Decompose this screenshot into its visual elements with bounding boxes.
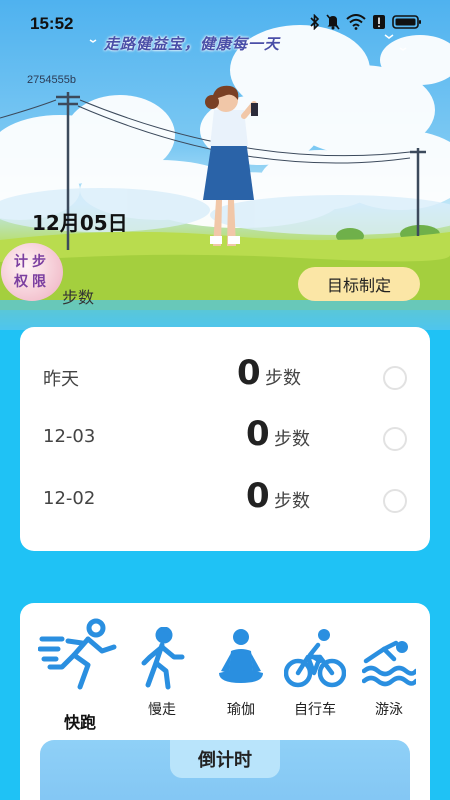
- bluetooth-icon: [310, 14, 320, 30]
- exercise-yoga[interactable]: 瑜伽: [212, 627, 270, 719]
- history-step-count: 0: [246, 476, 270, 516]
- exercise-swimming[interactable]: 游泳: [356, 627, 422, 719]
- exercise-run[interactable]: 快跑: [37, 617, 122, 733]
- history-select-radio[interactable]: [383, 427, 407, 451]
- exercise-cycling[interactable]: 自行车: [282, 627, 348, 719]
- exercise-card: 快跑 慢走 瑜伽 自行车 游泳 倒计时: [20, 603, 430, 800]
- history-select-radio[interactable]: [383, 489, 407, 513]
- history-step-count: 0: [246, 414, 270, 454]
- history-step-unit: 步数: [274, 429, 310, 450]
- history-row[interactable]: 昨天 0 步数: [20, 347, 430, 407]
- history-step-unit: 步数: [274, 491, 310, 512]
- countdown-title: 倒计时: [170, 740, 280, 778]
- hero-banner: 15:52 走路健益宝，健康每一天 2754555b 12月05日 计步 权限 …: [0, 0, 450, 330]
- permission-label-line1: 计步: [14, 254, 50, 270]
- status-icons: [310, 14, 422, 30]
- permission-label-line2: 权限: [14, 274, 50, 290]
- running-icon: [37, 617, 122, 705]
- today-steps-unit: 步数: [62, 288, 95, 307]
- history-step-unit: 步数: [265, 368, 301, 389]
- exercise-label: 瑜伽: [227, 702, 255, 718]
- history-date: 12-02: [43, 488, 96, 509]
- history-date: 12-03: [43, 426, 96, 447]
- history-row[interactable]: 12-03 0 步数: [20, 408, 430, 468]
- history-step-count: 0: [237, 353, 261, 393]
- exercise-label: 慢走: [148, 702, 176, 718]
- step-history-card: 昨天 0 步数 12-03 0 步数 12-02 0 步数: [20, 327, 430, 551]
- device-id: 2754555b: [27, 74, 76, 86]
- history-select-radio[interactable]: [383, 366, 407, 390]
- history-row[interactable]: 12-02 0 步数: [20, 470, 430, 530]
- alert-icon: [372, 14, 386, 30]
- swimming-icon: [361, 627, 419, 695]
- exercise-label: 快跑: [63, 713, 96, 732]
- status-time: 15:52: [30, 14, 74, 33]
- set-goal-button[interactable]: 目标制定: [298, 267, 420, 301]
- yoga-icon: [215, 627, 267, 695]
- exercise-walk[interactable]: 慢走: [134, 626, 190, 719]
- battery-icon: [392, 14, 422, 30]
- app-slogan: 走路健益宝，健康每一天: [104, 35, 281, 53]
- walking-icon: [136, 626, 188, 695]
- wifi-icon: [346, 14, 366, 30]
- current-date: 12月05日: [32, 211, 128, 235]
- history-date: 昨天: [43, 369, 79, 390]
- mute-icon: [326, 14, 340, 30]
- exercise-label: 自行车: [294, 702, 336, 718]
- exercise-label: 游泳: [375, 702, 403, 718]
- cycling-icon: [283, 627, 347, 695]
- step-permission-button[interactable]: 计步 权限: [1, 243, 63, 301]
